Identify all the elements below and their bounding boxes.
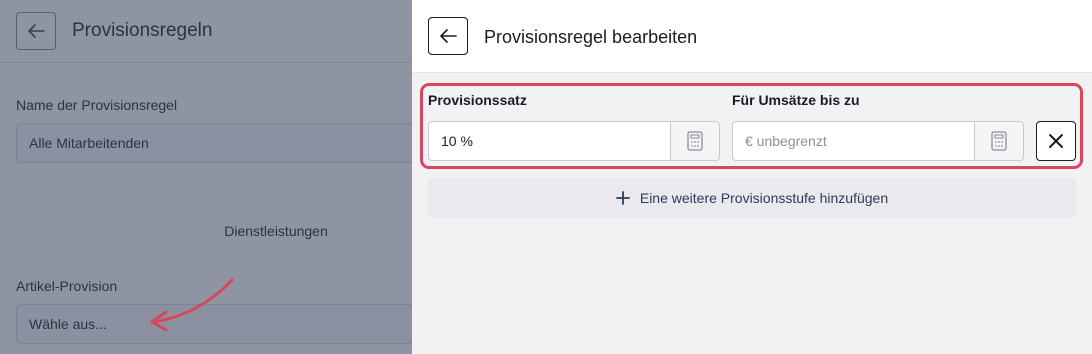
background-header: Provisionsregeln	[0, 0, 412, 63]
remove-tier-button[interactable]	[1036, 121, 1076, 161]
rule-name-field: Alle Mitarbeitenden	[16, 123, 412, 163]
rate-input[interactable]: 10 %	[429, 122, 670, 160]
rate-calculator-button[interactable]	[670, 122, 719, 160]
background-back-button	[16, 12, 56, 50]
rule-name-label: Name der Provisionsregel	[16, 97, 178, 113]
background-page-title: Provisionsregeln	[72, 20, 213, 41]
back-button[interactable]	[428, 17, 468, 55]
calculator-icon	[991, 131, 1007, 151]
arrow-left-icon	[28, 24, 45, 38]
background-page: Provisionsregeln Name der Provisionsrege…	[0, 0, 412, 354]
services-section-label: Dienstleistungen	[224, 223, 328, 239]
add-tier-label: Eine weitere Provisionsstufe hinzufügen	[639, 190, 889, 206]
close-icon	[1049, 134, 1063, 148]
edit-rule-panel: Provisionsregel bearbeiten Provisionssat…	[412, 0, 1092, 354]
article-commission-placeholder: Wähle aus...	[29, 316, 107, 332]
limit-field: € unbegrenzt	[732, 121, 1024, 161]
limit-label: Für Umsätze bis zu	[732, 92, 860, 108]
rule-name-value: Alle Mitarbeitenden	[29, 135, 149, 151]
add-tier-button[interactable]: Eine weitere Provisionsstufe hinzufügen	[428, 178, 1076, 218]
calculator-icon	[687, 131, 703, 151]
rate-field: 10 %	[428, 121, 720, 161]
limit-input[interactable]: € unbegrenzt	[733, 122, 974, 160]
annotation-arrow-icon	[150, 278, 234, 332]
plus-icon	[615, 191, 630, 205]
article-commission-label: Artikel-Provision	[16, 278, 118, 294]
arrow-left-icon	[440, 29, 457, 43]
limit-calculator-button[interactable]	[974, 122, 1023, 160]
panel-header: Provisionsregel bearbeiten	[412, 0, 1092, 73]
rate-label: Provisionssatz	[428, 92, 527, 108]
panel-title: Provisionsregel bearbeiten	[484, 27, 698, 47]
